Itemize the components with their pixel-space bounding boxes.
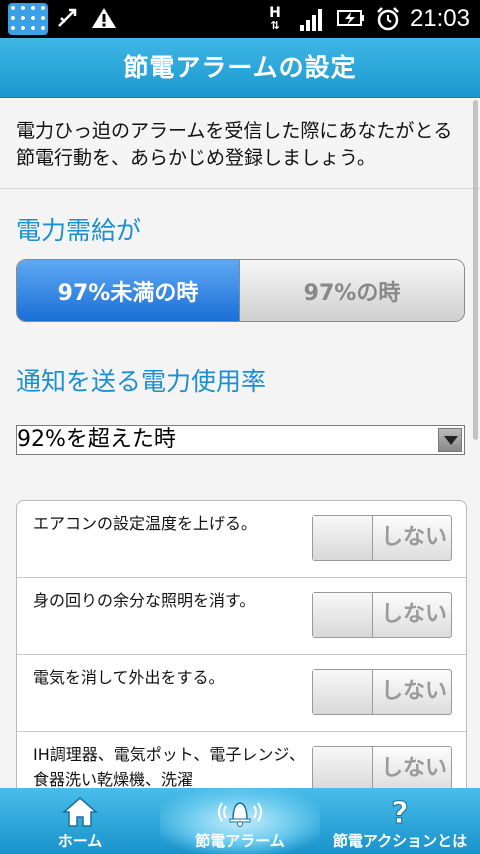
scrollbar[interactable] — [473, 100, 478, 440]
action-label: 電気を消して外出をする。 — [33, 668, 225, 687]
title-bar: 節電アラームの設定 — [0, 38, 480, 98]
nav-label: 節電アラーム — [195, 832, 285, 850]
bottom-nav: ホーム 節電アラーム ? 節電アクションとは — [0, 788, 480, 854]
dropdown-arrow-icon[interactable] — [438, 428, 462, 452]
status-bar: H ⇅ 21:03 — [0, 0, 480, 38]
action-toggle[interactable]: しない — [312, 592, 452, 638]
question-icon: ? — [386, 796, 414, 832]
segment-at-97[interactable]: 97%の時 — [240, 260, 464, 321]
warning-icon — [90, 6, 118, 32]
supply-segmented-control: 97%未満の時 97%の時 — [16, 259, 465, 322]
status-time: 21:03 — [409, 5, 470, 32]
toggle-label: しない — [380, 679, 447, 704]
alarm-bell-icon — [216, 796, 264, 832]
toggle-label: しない — [380, 525, 447, 550]
toggle-knob[interactable] — [313, 516, 373, 560]
battery-charging-icon — [336, 6, 366, 32]
app-notification-icon — [8, 3, 48, 35]
intro-text: 電力ひっ迫のアラームを受信した際にあなたがとる節電行動を、あらかじめ登録しましょ… — [16, 120, 453, 169]
nav-item-alarm[interactable]: 節電アラーム — [160, 788, 320, 854]
supply-section-title: 電力需給が — [16, 216, 142, 245]
action-label: IH調理器、電気ポット、電子レンジ、食器洗い乾燥機、洗濯 — [33, 745, 305, 789]
usage-rate-select[interactable]: 92%を超えた時 — [16, 425, 465, 455]
usb-debug-icon — [54, 6, 80, 32]
notify-section-title: 通知を送る電力使用率 — [16, 367, 267, 396]
toggle-knob[interactable] — [313, 593, 373, 637]
nav-label: 節電アクションとは — [332, 832, 468, 850]
toggle-label: しない — [380, 756, 447, 781]
list-item: 電気を消して外出をする。 しない — [17, 655, 466, 732]
toggle-knob[interactable] — [313, 670, 373, 714]
nav-label: ホーム — [57, 832, 103, 850]
action-label: 身の回りの余分な照明を消す。 — [33, 591, 256, 610]
nav-item-about-action[interactable]: ? 節電アクションとは — [320, 788, 480, 854]
svg-text:?: ? — [391, 796, 408, 828]
divider — [0, 188, 480, 189]
toggle-label: しない — [380, 602, 447, 627]
action-label: エアコンの設定温度を上げる。 — [33, 514, 258, 533]
usage-rate-value: 92%を超えた時 — [17, 427, 176, 452]
alarm-clock-icon — [374, 6, 402, 32]
action-toggle[interactable]: しない — [312, 669, 452, 715]
list-item: 身の回りの余分な照明を消す。 しない — [17, 578, 466, 655]
action-toggle[interactable]: しない — [312, 746, 452, 792]
page-title: 節電アラームの設定 — [123, 53, 357, 82]
nav-item-home[interactable]: ホーム — [0, 788, 160, 854]
toggle-knob[interactable] — [313, 747, 373, 791]
home-icon — [62, 796, 98, 832]
action-toggle[interactable]: しない — [312, 515, 452, 561]
signal-icon — [300, 9, 324, 31]
network-type-icon: H ⇅ — [269, 5, 281, 32]
segment-under-97[interactable]: 97%未満の時 — [17, 260, 240, 321]
list-item: エアコンの設定温度を上げる。 しない — [17, 501, 466, 578]
